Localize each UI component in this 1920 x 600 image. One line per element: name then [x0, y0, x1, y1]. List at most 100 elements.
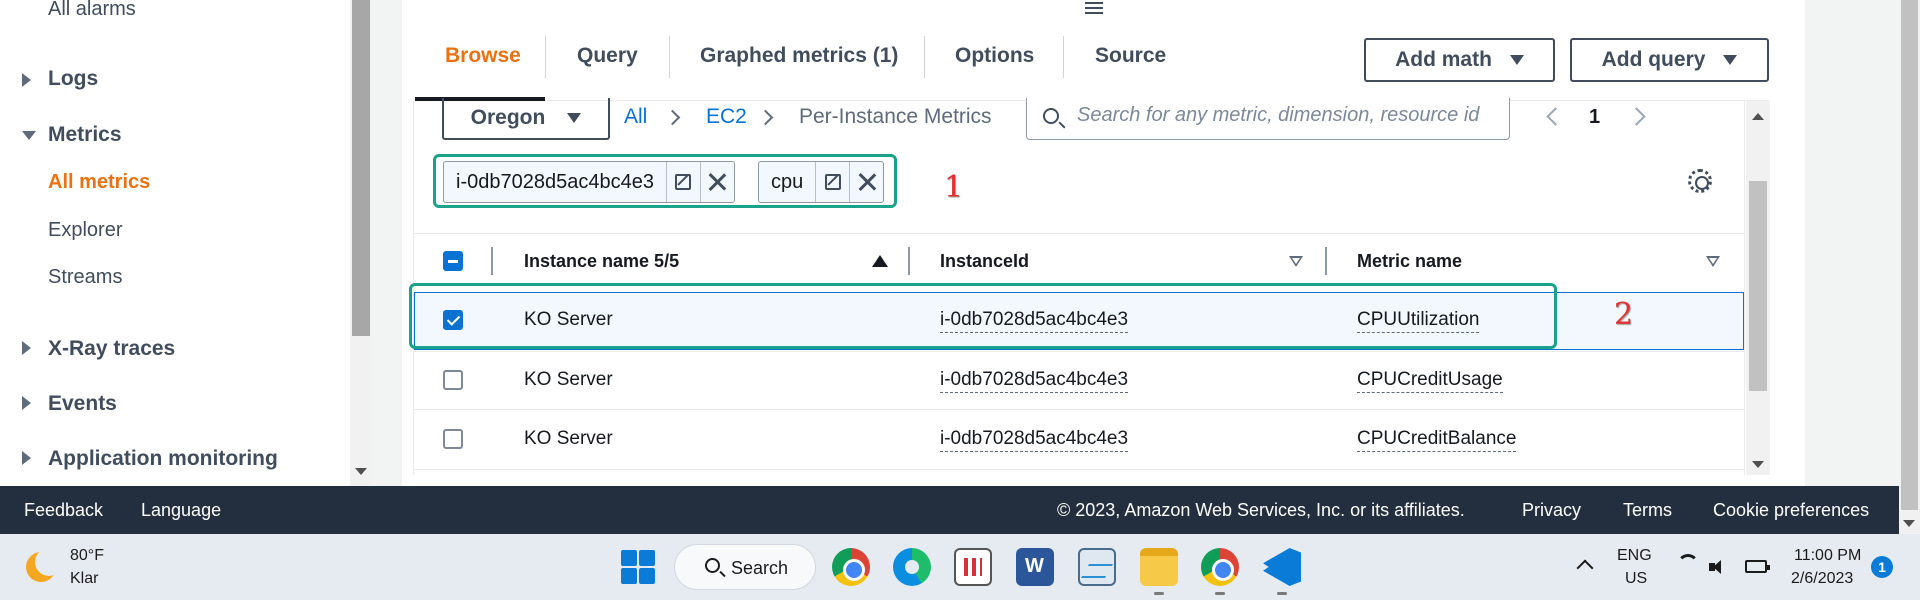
tab-divider	[669, 36, 670, 78]
sidebar-item-streams[interactable]: Streams	[48, 266, 122, 289]
language-link[interactable]: Language	[141, 500, 221, 521]
cell-instance-id[interactable]: i-0db7028d5ac4bc4e3	[940, 428, 1129, 452]
edge-icon[interactable]	[893, 548, 931, 586]
collapse-metrics-icon[interactable]	[22, 131, 36, 140]
annotation-box-selected-row	[409, 283, 1557, 349]
breadcrumb-ec2[interactable]: EC2	[706, 105, 747, 129]
expand-application-monitoring-icon[interactable]	[22, 451, 31, 465]
notification-badge[interactable]: 1	[1871, 556, 1893, 578]
page-scrollbar-thumb[interactable]	[1901, 0, 1918, 510]
scroll-down-arrow-icon[interactable]	[1903, 520, 1915, 527]
tasks-icon[interactable]	[954, 548, 992, 586]
tab-browse[interactable]: Browse	[445, 44, 521, 68]
weather-moon-icon[interactable]	[26, 548, 63, 582]
sidebar-item-all-alarms[interactable]: All alarms	[48, 0, 136, 21]
language-indicator-primary[interactable]: ENG	[1617, 547, 1652, 565]
sidebar-item-explorer[interactable]: Explorer	[48, 219, 122, 242]
row-checkbox[interactable]	[443, 429, 463, 449]
sidebar-item-metrics[interactable]: Metrics	[48, 123, 122, 147]
running-indicator	[1154, 592, 1164, 595]
battery-icon[interactable]	[1745, 560, 1770, 573]
clock-time[interactable]: 11:00 PM	[1794, 547, 1861, 565]
add-query-button[interactable]: Add query	[1570, 38, 1769, 82]
privacy-link[interactable]: Privacy	[1522, 500, 1581, 521]
region-selector[interactable]: Oregon	[442, 98, 610, 140]
wifi-icon[interactable]	[1677, 554, 1699, 576]
scroll-down-arrow-icon[interactable]	[355, 468, 367, 475]
table-scrollbar[interactable]	[1746, 101, 1770, 475]
performance-icon[interactable]	[1078, 548, 1116, 586]
column-header-metric-name[interactable]: Metric name	[1357, 251, 1462, 272]
console-footer: Feedback Language © 2023, Amazon Web Ser…	[0, 486, 1899, 534]
sort-icon[interactable]	[1289, 256, 1303, 268]
taskbar-search-label: Search	[731, 558, 789, 578]
sort-ascending-icon[interactable]	[872, 255, 888, 267]
running-indicator	[1277, 592, 1287, 595]
cell-metric-name[interactable]: CPUCreditUsage	[1357, 369, 1503, 393]
column-divider[interactable]	[1325, 247, 1327, 275]
content-gutter-right	[1805, 0, 1899, 486]
scroll-down-arrow-icon[interactable]	[1752, 461, 1764, 468]
row-divider	[414, 469, 1744, 470]
settings-gear-icon[interactable]	[1688, 169, 1712, 193]
page-scrollbar[interactable]	[1899, 0, 1920, 534]
scroll-up-arrow-icon[interactable]	[1752, 113, 1764, 120]
vscode-icon[interactable]	[1263, 548, 1301, 586]
chrome-profile-icon[interactable]	[1201, 548, 1239, 586]
add-math-label: Add math	[1395, 48, 1492, 71]
sidebar-item-xray-traces[interactable]: X-Ray traces	[48, 337, 175, 361]
cookie-preferences-link[interactable]: Cookie preferences	[1713, 500, 1869, 521]
tab-options[interactable]: Options	[955, 44, 1034, 68]
caret-down-icon	[1723, 55, 1738, 65]
copyright-text: © 2023, Amazon Web Services, Inc. or its…	[1057, 500, 1465, 520]
chrome-icon[interactable]	[832, 548, 870, 586]
language-indicator-secondary[interactable]: US	[1625, 570, 1647, 588]
current-page-number[interactable]: 1	[1589, 106, 1600, 129]
caret-down-icon	[567, 113, 582, 123]
search-input[interactable]	[1077, 104, 1501, 127]
file-explorer-icon[interactable]	[1140, 548, 1178, 586]
drag-handle-icon[interactable]	[1085, 2, 1103, 14]
sidebar-scrollbar-thumb[interactable]	[352, 0, 370, 336]
sort-icon[interactable]	[1706, 256, 1720, 268]
sidebar-item-events[interactable]: Events	[48, 392, 117, 416]
expand-events-icon[interactable]	[22, 396, 31, 410]
sidebar-item-application-monitoring[interactable]: Application monitoring	[48, 447, 278, 471]
weather-temperature[interactable]: 80°F	[70, 547, 104, 565]
windows-start-icon[interactable]	[621, 550, 655, 584]
sidebar-item-all-metrics[interactable]: All metrics	[48, 171, 150, 194]
breadcrumb-current: Per-Instance Metrics	[799, 105, 992, 128]
windows-taskbar: 80°F Klar Search ENG US 11:00 PM 2/6/202…	[0, 534, 1920, 600]
show-hidden-icons-chevron-icon[interactable]	[1576, 559, 1594, 577]
add-math-button[interactable]: Add math	[1364, 38, 1555, 82]
cell-instance-id[interactable]: i-0db7028d5ac4bc4e3	[940, 369, 1129, 393]
expand-xray-icon[interactable]	[22, 341, 31, 355]
sidebar-scrollbar[interactable]	[350, 0, 372, 486]
column-header-instance-id[interactable]: InstanceId	[940, 251, 1029, 272]
breadcrumb-all[interactable]: All	[624, 105, 647, 129]
tab-graphed-metrics[interactable]: Graphed metrics (1)	[700, 44, 898, 68]
row-checkbox[interactable]	[443, 370, 463, 390]
sidebar: All alarms Logs Metrics All metrics Expl…	[0, 0, 350, 486]
select-all-checkbox[interactable]	[443, 251, 463, 271]
terms-link[interactable]: Terms	[1623, 500, 1672, 521]
volume-icon[interactable]	[1709, 560, 1727, 574]
cell-instance-name: KO Server	[524, 369, 613, 390]
tab-source[interactable]: Source	[1095, 44, 1166, 68]
sidebar-item-logs[interactable]: Logs	[48, 67, 98, 91]
metric-search[interactable]	[1026, 98, 1510, 140]
weather-description[interactable]: Klar	[70, 570, 98, 588]
column-divider[interactable]	[908, 247, 910, 275]
taskbar-search[interactable]: Search	[674, 544, 816, 590]
expand-logs-icon[interactable]	[22, 73, 31, 87]
clock-date[interactable]: 2/6/2023	[1791, 570, 1853, 588]
running-indicator	[1215, 592, 1225, 595]
table-scrollbar-thumb[interactable]	[1749, 181, 1767, 391]
tab-query[interactable]: Query	[577, 44, 638, 68]
column-header-instance-name[interactable]: Instance name 5/5	[524, 251, 679, 272]
word-icon[interactable]	[1016, 548, 1054, 586]
cell-metric-name[interactable]: CPUCreditBalance	[1357, 428, 1517, 452]
feedback-link[interactable]: Feedback	[24, 500, 103, 521]
region-label: Oregon	[470, 106, 546, 129]
cell-instance-name: KO Server	[524, 428, 613, 449]
